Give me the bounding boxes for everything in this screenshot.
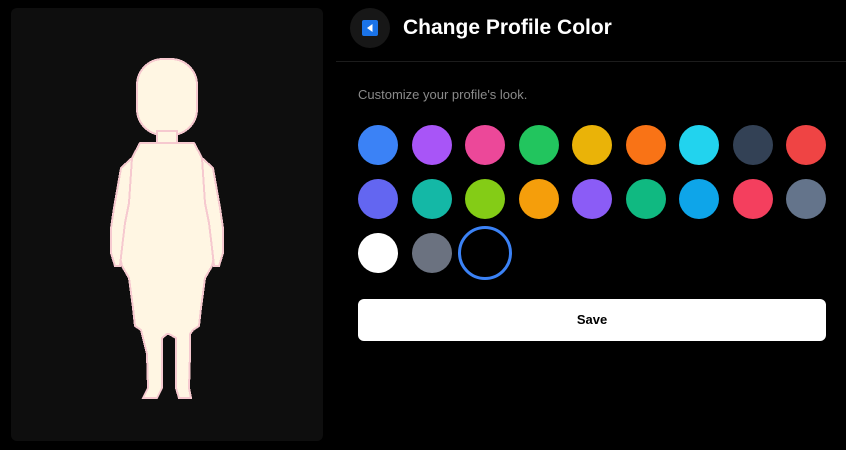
color-swatch[interactable]: [732, 125, 773, 165]
color-swatch[interactable]: [358, 179, 398, 219]
color-swatch[interactable]: [679, 125, 719, 165]
color-swatch[interactable]: [572, 179, 612, 219]
color-swatch[interactable]: [411, 179, 452, 219]
color-swatch[interactable]: [786, 179, 826, 219]
color-swatch[interactable]: [786, 125, 826, 165]
back-button[interactable]: [350, 8, 390, 48]
color-swatch[interactable]: [411, 125, 452, 165]
color-swatch[interactable]: [458, 226, 512, 280]
avatar-figure: [110, 58, 224, 399]
color-swatch[interactable]: [679, 179, 719, 219]
color-swatch[interactable]: [465, 125, 505, 165]
page-title: Change Profile Color: [403, 16, 612, 39]
color-swatch[interactable]: [358, 125, 398, 165]
color-swatch[interactable]: [518, 125, 559, 165]
color-swatch[interactable]: [518, 179, 559, 219]
color-swatch[interactable]: [358, 233, 398, 273]
back-arrow-icon: [362, 20, 378, 36]
color-swatch[interactable]: [732, 179, 773, 219]
color-swatch[interactable]: [465, 179, 505, 219]
color-swatch[interactable]: [572, 125, 612, 165]
color-swatch[interactable]: [411, 233, 452, 273]
subtitle: Customize your profile's look.: [358, 87, 528, 102]
color-swatch[interactable]: [625, 125, 666, 165]
save-button[interactable]: Save: [358, 299, 826, 341]
header: Change Profile Color: [336, 0, 846, 62]
color-swatch[interactable]: [625, 179, 666, 219]
settings-panel: Change Profile Color Customize your prof…: [336, 0, 846, 450]
avatar-preview-panel: [11, 8, 323, 441]
